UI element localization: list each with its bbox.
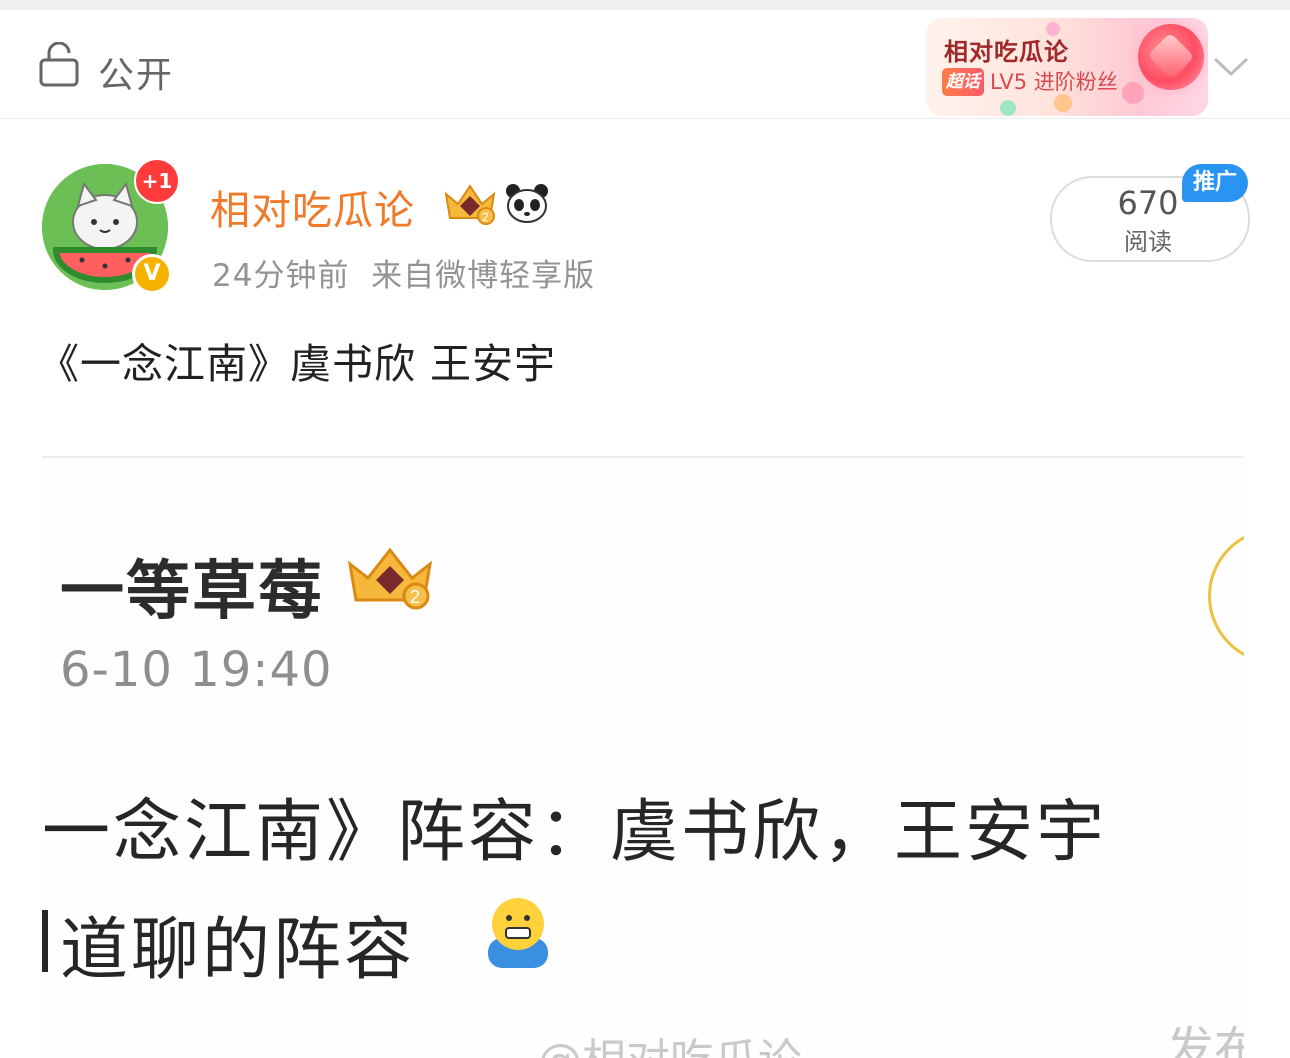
quoted-text-line-1: 一念江南》阵容：虞书欣，王安宇 (42, 793, 1108, 872)
panda-icon (506, 184, 548, 223)
quoted-screenshot-image[interactable]: 一等草莓 2 6-10 19:40 一念江南》阵容：虞书欣，王安宇 道聊的阵容 … (42, 456, 1244, 1058)
quoted-time: 6-10 19:40 (60, 642, 333, 698)
avatar-ring (1208, 528, 1244, 664)
svg-text:2: 2 (410, 587, 420, 607)
visibility-label[interactable]: 公开 (98, 46, 174, 98)
post-meta: 24分钟前 来自微博轻享版 (212, 250, 595, 295)
verified-badge: V (132, 254, 172, 294)
emoji-icon (488, 898, 548, 968)
supertopic-tag: 超话 (942, 68, 984, 96)
decor-bubble (1122, 82, 1144, 104)
supertopic-fan-badge[interactable]: 相对吃瓜论 超话 LV5 进阶粉丝 (926, 18, 1208, 116)
notification-badge: +1 (134, 158, 180, 204)
author-name[interactable]: 相对吃瓜论 (210, 178, 415, 236)
crown-icon[interactable]: 2 (442, 180, 498, 226)
image-watermark-right: 发布 (1166, 1022, 1244, 1058)
quoted-text-line-2: 道聊的阵容 (42, 894, 415, 993)
read-label: 阅读 (1124, 228, 1172, 256)
post-time: 24分钟前 (212, 258, 350, 294)
chevron-down-icon[interactable] (1212, 54, 1250, 80)
unlock-icon[interactable] (38, 42, 80, 88)
decor-bubble (1054, 94, 1072, 112)
promote-tag[interactable]: 推广 (1182, 164, 1248, 202)
post-source[interactable]: 来自微博轻享版 (371, 258, 595, 294)
post-header-bar: 公开 相对吃瓜论 超话 LV5 进阶粉丝 (0, 10, 1290, 119)
quoted-text-line-2-content: 道聊的阵容 (60, 911, 416, 990)
post-body-text: 《一念江南》虞书欣 王安宇 (38, 340, 557, 388)
decor-bubble (1000, 100, 1016, 116)
fan-level: LV5 进阶粉丝 (990, 70, 1118, 94)
top-strip (0, 0, 1290, 10)
image-watermark: @相对吃瓜论 (538, 1024, 802, 1058)
quoted-username: 一等草莓 (60, 555, 324, 629)
svg-text:2: 2 (482, 210, 489, 224)
crown-icon: 2 (347, 547, 433, 610)
badge-name: 相对吃瓜论 (944, 38, 1069, 66)
